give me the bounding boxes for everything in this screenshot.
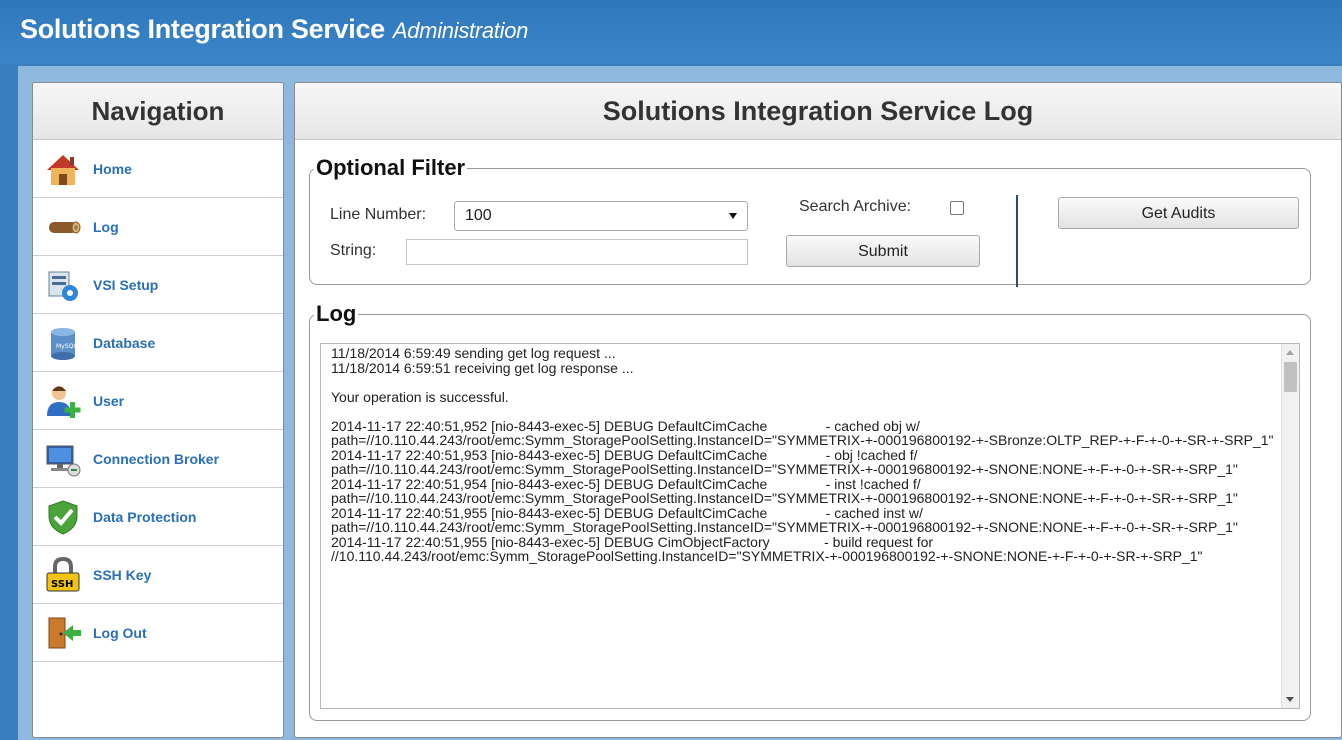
log-group: Log 11/18/2014 6:59:49 sending get log r… [309, 301, 1311, 721]
nav-label-log-out: Log Out [93, 624, 147, 641]
main-panel: Solutions Integration Service Log Option… [294, 82, 1342, 738]
log-legend: Log [316, 301, 357, 326]
scroll-up-arrow-icon[interactable] [1286, 350, 1294, 355]
log-scrollbar[interactable] [1281, 344, 1299, 708]
chevron-down-icon [729, 213, 737, 219]
nav-label-database: Database [93, 334, 156, 351]
user-add-icon [43, 382, 83, 420]
shield-check-icon [43, 498, 83, 536]
nav-item-data-protection[interactable]: Data Protection [33, 488, 283, 546]
svg-text:MySQL: MySQL [56, 343, 77, 350]
string-input[interactable] [406, 239, 748, 265]
line-number-select[interactable]: 100 [454, 201, 748, 231]
nav-item-connection-broker[interactable]: Connection Broker [33, 430, 283, 488]
navigation-panel: Navigation Home Log VSI Setup MySQL Data… [32, 82, 284, 738]
string-label: String: [330, 242, 377, 259]
nav-item-vsi-setup[interactable]: VSI Setup [33, 256, 283, 314]
connection-broker-icon [43, 440, 83, 478]
log-content: 11/18/2014 6:59:49 sending get log reque… [331, 345, 1274, 564]
nav-label-connection-broker: Connection Broker [93, 450, 220, 467]
log-textarea[interactable]: 11/18/2014 6:59:49 sending get log reque… [320, 343, 1300, 709]
app-title-text: Solutions Integration Service [20, 14, 385, 44]
get-audits-button[interactable]: Get Audits [1058, 197, 1299, 229]
nav-item-user[interactable]: User [33, 372, 283, 430]
search-archive-label: Search Archive: [799, 198, 912, 215]
nav-item-home[interactable]: Home [33, 140, 283, 198]
nav-label-log: Log [93, 218, 119, 235]
nav-label-ssh-key: SSH Key [93, 566, 152, 583]
nav-label-user: User [93, 392, 125, 409]
nav-label-data-protection: Data Protection [93, 508, 197, 525]
nav-item-log-out[interactable]: Log Out [33, 604, 283, 662]
submit-button[interactable]: Submit [786, 235, 980, 267]
content-area: Navigation Home Log VSI Setup MySQL Data… [18, 66, 1342, 740]
logout-door-icon [43, 614, 83, 652]
database-icon: MySQL [43, 324, 83, 362]
log-icon [43, 208, 83, 246]
app-subtitle: Administration [392, 18, 529, 43]
navigation-title: Navigation [33, 83, 283, 140]
page-title: Solutions Integration Service Log [295, 83, 1341, 140]
optional-filter-legend: Optional Filter [316, 155, 466, 180]
house-icon [43, 150, 83, 188]
filter-divider [1016, 195, 1018, 287]
search-archive-checkbox[interactable] [950, 201, 964, 215]
nav-item-database[interactable]: MySQL Database [33, 314, 283, 372]
svg-text:SSH: SSH [51, 579, 73, 590]
nav-label-vsi-setup: VSI Setup [93, 276, 159, 293]
scroll-down-arrow-icon[interactable] [1286, 697, 1294, 702]
scroll-thumb[interactable] [1284, 362, 1297, 392]
line-number-value: 100 [465, 207, 492, 224]
nav-label-home: Home [93, 160, 132, 177]
vsi-setup-icon [43, 266, 83, 304]
app-title: Solutions Integration Service Administrat… [20, 14, 528, 45]
nav-item-log[interactable]: Log [33, 198, 283, 256]
ssh-lock-icon: SSH [43, 556, 83, 594]
optional-filter-group: Optional Filter Line Number: 100 String:… [309, 155, 1311, 287]
nav-item-ssh-key[interactable]: SSH SSH Key [33, 546, 283, 604]
app-header: Solutions Integration Service Administrat… [0, 0, 1342, 64]
line-number-label: Line Number: [330, 206, 427, 223]
